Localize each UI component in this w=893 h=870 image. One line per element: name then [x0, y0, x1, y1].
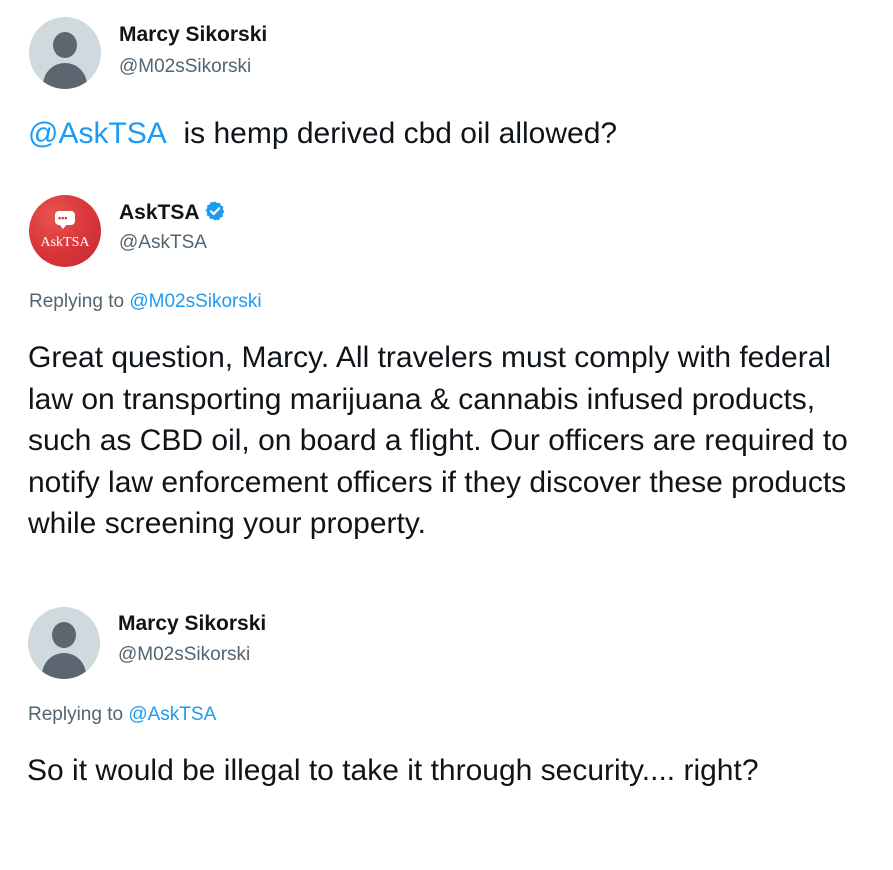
author-handle[interactable]: @M02sSikorski — [118, 644, 250, 666]
replying-to: Replying to @M02sSikorski — [29, 291, 262, 313]
person-head-icon — [52, 622, 76, 648]
asktsa-avatar[interactable]: ••• AskTSA — [29, 195, 101, 267]
verified-badge-icon — [205, 201, 224, 221]
person-shoulders-icon — [43, 63, 87, 89]
replying-to-link[interactable]: @M02sSikorski — [129, 291, 261, 312]
mention-link[interactable]: @AskTSA — [28, 117, 167, 150]
tweet-text: @AskTSA is hemp derived cbd oil allowed? — [28, 113, 878, 155]
user-avatar[interactable] — [29, 17, 101, 89]
author-name[interactable]: AskTSA — [119, 200, 226, 225]
asktsa-logo-text: AskTSA — [40, 235, 90, 250]
person-head-icon — [53, 32, 77, 58]
replying-to: Replying to @AskTSA — [28, 704, 216, 726]
person-shoulders-icon — [42, 653, 86, 679]
replying-label: Replying to — [29, 291, 125, 312]
tweet-reply-asktsa: ••• AskTSA AskTSA @AskTSA Replying to @M… — [0, 178, 893, 590]
user-avatar[interactable] — [28, 607, 100, 679]
author-handle[interactable]: @AskTSA — [119, 232, 207, 254]
tweet-text: Great question, Marcy. All travelers mus… — [28, 341, 848, 540]
replying-label: Replying to — [28, 704, 124, 725]
tweet-text: So it would be illegal to take it throug… — [27, 754, 759, 787]
author-name[interactable]: Marcy Sikorski — [119, 23, 267, 47]
author-handle[interactable]: @M02sSikorski — [119, 56, 251, 78]
author-name-text: AskTSA — [119, 201, 200, 224]
tweet-followup: Marcy Sikorski @M02sSikorski Replying to… — [0, 590, 893, 870]
tweet-question: Marcy Sikorski @M02sSikorski @AskTSA is … — [0, 0, 893, 178]
tweet-text-content: is hemp derived cbd oil allowed? — [183, 117, 618, 150]
replying-to-link[interactable]: @AskTSA — [128, 704, 216, 725]
author-name[interactable]: Marcy Sikorski — [118, 612, 266, 636]
